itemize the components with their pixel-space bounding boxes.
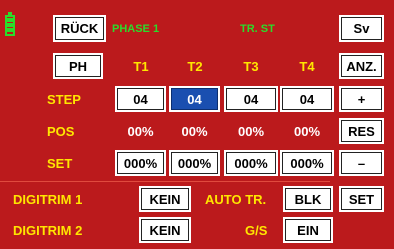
step-field-t4[interactable]: 04: [280, 86, 334, 112]
auto-trim-label: AUTO TR.: [205, 191, 267, 207]
digitrim2-value-button[interactable]: KEIN: [139, 217, 191, 243]
minus-button[interactable]: –: [339, 150, 384, 176]
gs-label: G/S: [245, 222, 268, 238]
ph-button[interactable]: PH: [53, 53, 103, 79]
set-field-t2[interactable]: 000%: [169, 150, 220, 176]
set-row-label: SET: [47, 155, 73, 171]
divider: [0, 181, 330, 182]
column-header-t4: T4: [299, 58, 315, 74]
pos-value-t1: 00%: [127, 123, 154, 139]
digitrim1-value-button[interactable]: KEIN: [139, 186, 191, 212]
step-field-t3[interactable]: 04: [224, 86, 278, 112]
auto-trim-value-button[interactable]: BLK: [283, 186, 333, 212]
set-field-t3[interactable]: 000%: [224, 150, 278, 176]
column-header-t3: T3: [243, 58, 259, 74]
pos-value-t3: 00%: [237, 123, 265, 139]
plus-button[interactable]: +: [339, 86, 384, 112]
pos-row-label: POS: [47, 123, 75, 139]
back-button[interactable]: RÜCK: [53, 15, 106, 42]
gs-value-button[interactable]: EIN: [283, 217, 333, 243]
sv-button[interactable]: Sv: [339, 15, 384, 42]
set-field-t4[interactable]: 000%: [280, 150, 334, 176]
column-header-t2: T2: [187, 58, 203, 74]
digitrim1-label: DIGITRIM 1: [13, 191, 83, 207]
phase-label: PHASE 1: [112, 22, 160, 35]
trim-settings-screen: RÜCK PHASE 1 TR. ST Sv PH T1 T2 T3 T4 AN…: [0, 0, 394, 249]
step-field-t2[interactable]: 04: [169, 86, 220, 112]
set-button[interactable]: SET: [339, 186, 384, 212]
res-button[interactable]: RES: [339, 118, 384, 144]
pos-value-t4: 00%: [293, 123, 321, 139]
digitrim2-label: DIGITRIM 2: [13, 222, 83, 238]
column-header-t1: T1: [133, 58, 149, 74]
mode-label: TR. ST: [240, 22, 275, 35]
step-row-label: STEP: [47, 91, 81, 107]
battery-icon: [5, 12, 15, 36]
pos-value-t2: 00%: [181, 123, 208, 139]
anz-button[interactable]: ANZ.: [339, 53, 384, 79]
step-field-t1[interactable]: 04: [115, 86, 166, 112]
set-field-t1[interactable]: 000%: [115, 150, 166, 176]
